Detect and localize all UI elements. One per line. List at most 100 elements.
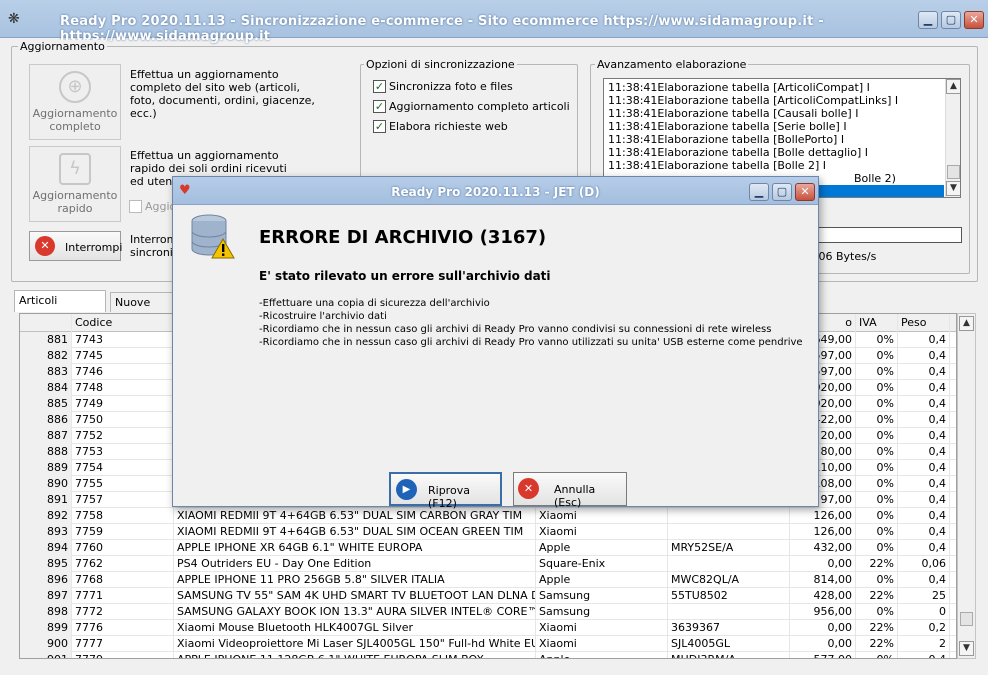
cell-weight: 0,4 [898,572,950,588]
dialog-minimize-button[interactable]: ▁ [749,183,769,201]
cell-brand: Apple [536,572,668,588]
table-row[interactable]: 899 7776 Xiaomi Mouse Bluetooth HLK4007GL … [20,620,956,636]
grid-scroll-down-icon[interactable]: ▼ [959,641,974,656]
cell-price: 956,00 [790,604,856,620]
retry-button[interactable]: ▶ Riprova (F12) [389,472,502,510]
cell-description: Xiaomi Mouse Bluetooth HLK4007GL Silver [174,620,536,636]
table-row[interactable]: 893 7759 XIAOMI REDMII 9T 4+64GB 6.53" DUA… [20,524,956,540]
maximize-button[interactable]: ▢ [941,11,961,29]
cell-weight: 0,4 [898,332,950,348]
cell-vat: 0% [856,460,898,476]
window-titlebar[interactable]: ❋ Ready Pro 2020.11.13 - Sincronizzazion… [0,0,988,44]
grid-header-vat[interactable]: IVA [856,314,898,332]
scroll-down-icon[interactable]: ▼ [946,181,960,196]
fast-update-button[interactable]: ϟ Aggiornamento rapido [29,146,121,222]
cell-reference [668,524,790,540]
dialog-message-line: -Ricordiamo che in nessun caso gli archi… [259,337,803,348]
web-requests-label: Elabora richieste web [389,120,508,133]
cancel-button[interactable]: ✕ Annulla (Esc) [513,472,627,509]
scroll-thumb[interactable] [947,165,960,179]
row-number: 882 [20,348,72,364]
cell-code: 7754 [72,460,174,476]
cell-code: 7755 [72,476,174,492]
cell-vat: 0% [856,540,898,556]
dialog-heading: ERRORE DI ARCHIVIO (3167) [259,227,547,248]
scroll-up-icon[interactable]: ▲ [946,79,960,94]
grid-scrollbar[interactable]: ▲ ▼ [957,313,976,659]
error-dialog[interactable]: ♥ Ready Pro 2020.11.13 - JET (D) ▁ ▢ ✕ E… [172,176,819,510]
web-requests-checkbox[interactable]: ✓ [373,120,386,133]
fast-update-checkbox[interactable] [129,200,142,213]
row-number: 900 [20,636,72,652]
log-line: 11:38:41Elaborazione tabella [BollePorto… [608,133,845,146]
cell-vat: 0% [856,508,898,524]
log-scrollbar[interactable]: ▲ ▼ [945,79,960,197]
grid-scroll-thumb[interactable] [960,612,973,626]
row-number: 886 [20,412,72,428]
cell-code: 7753 [72,444,174,460]
cell-vat: 0% [856,428,898,444]
cell-reference: 55TU8502 [668,588,790,604]
stop-description: Interrom sincroniz [130,233,172,259]
grid-header-weight[interactable]: Peso [898,314,950,332]
progress-title: Avanzamento elaborazione [595,58,749,71]
full-articles-checkbox[interactable]: ✓ [373,100,386,113]
cell-price: 0,00 [790,556,856,572]
row-number: 897 [20,588,72,604]
cell-weight: 0,4 [898,444,950,460]
cell-vat: 0% [856,444,898,460]
stop-button[interactable]: ✕ Interrompi [29,231,122,261]
cell-description: APPLE IPHONE 11 PRO 256GB 5.8" SILVER IT… [174,572,536,588]
dialog-message-line: -Ricordiamo che in nessun caso gli archi… [259,324,772,335]
cell-vat: 0% [856,652,898,658]
cell-price: 0,00 [790,636,856,652]
table-row[interactable]: 894 7760 APPLE IPHONE XR 64GB 6.1" WHITE E… [20,540,956,556]
close-button[interactable]: ✕ [964,11,984,29]
log-line: 11:38:41Elaborazione tabella [ArticoliCo… [608,81,870,94]
cell-vat: 22% [856,556,898,572]
cell-code: 7757 [72,492,174,508]
table-row[interactable]: 898 7772 SAMSUNG GALAXY BOOK ION 13.3" AUR… [20,604,956,620]
row-number: 887 [20,428,72,444]
cell-weight: 0,4 [898,380,950,396]
table-row[interactable]: 897 7771 SAMSUNG TV 55" SAM 4K UHD SMART T… [20,588,956,604]
cell-price: 432,00 [790,540,856,556]
table-row[interactable]: 892 7758 XIAOMI REDMII 9T 4+64GB 6.53" DUA… [20,508,956,524]
cell-weight: 0,4 [898,348,950,364]
cell-reference [668,508,790,524]
dialog-maximize-button[interactable]: ▢ [772,183,792,201]
cell-code: 7759 [72,524,174,540]
cell-vat: 22% [856,588,898,604]
table-row[interactable]: 895 7762 PS4 Outriders EU - Day One Editio… [20,556,956,572]
dialog-message: -Effettuare una copia di sicurezza dell'… [259,297,803,349]
grid-scroll-up-icon[interactable]: ▲ [959,316,974,331]
tab-published-articles[interactable]: Articoli pubblicati [14,290,106,326]
cell-reference [668,604,790,620]
app-menu-icon[interactable]: ❋ [8,11,24,27]
full-update-button[interactable]: ⊕ Aggiornamento completo [29,64,121,140]
dialog-close-button[interactable]: ✕ [795,183,815,201]
cell-brand: Samsung [536,604,668,620]
grid-header-rownum [20,314,72,332]
cell-code: 7752 [72,428,174,444]
cell-vat: 0% [856,396,898,412]
grid-header-code[interactable]: Codice [72,314,174,332]
cell-description: PS4 Outriders EU - Day One Edition [174,556,536,572]
stop-icon: ✕ [35,236,55,256]
table-row[interactable]: 896 7768 APPLE IPHONE 11 PRO 256GB 5.8" SI… [20,572,956,588]
progress-bar [815,227,962,243]
cell-description: XIAOMI REDMII 9T 4+64GB 6.53" DUAL SIM C… [174,508,536,524]
minimize-button[interactable]: ▁ [918,11,938,29]
tab-new-records[interactable]: Nuove anag [110,292,174,312]
cell-price: 814,00 [790,572,856,588]
cell-description: XIAOMI REDMII 9T 4+64GB 6.53" DUAL SIM O… [174,524,536,540]
cell-vat: 0% [856,332,898,348]
sync-photos-checkbox[interactable]: ✓ [373,80,386,93]
row-number: 881 [20,332,72,348]
cell-vat: 0% [856,380,898,396]
table-row[interactable]: 900 7777 Xiaomi Videoproiettore Mi Laser S… [20,636,956,652]
dialog-titlebar[interactable]: ♥ Ready Pro 2020.11.13 - JET (D) ▁ ▢ ✕ [173,177,818,205]
row-number: 895 [20,556,72,572]
cell-code: 7777 [72,636,174,652]
table-row[interactable]: 9017779APPLE IPHONE 11 128GB 6.1" WHITE … [20,652,956,658]
